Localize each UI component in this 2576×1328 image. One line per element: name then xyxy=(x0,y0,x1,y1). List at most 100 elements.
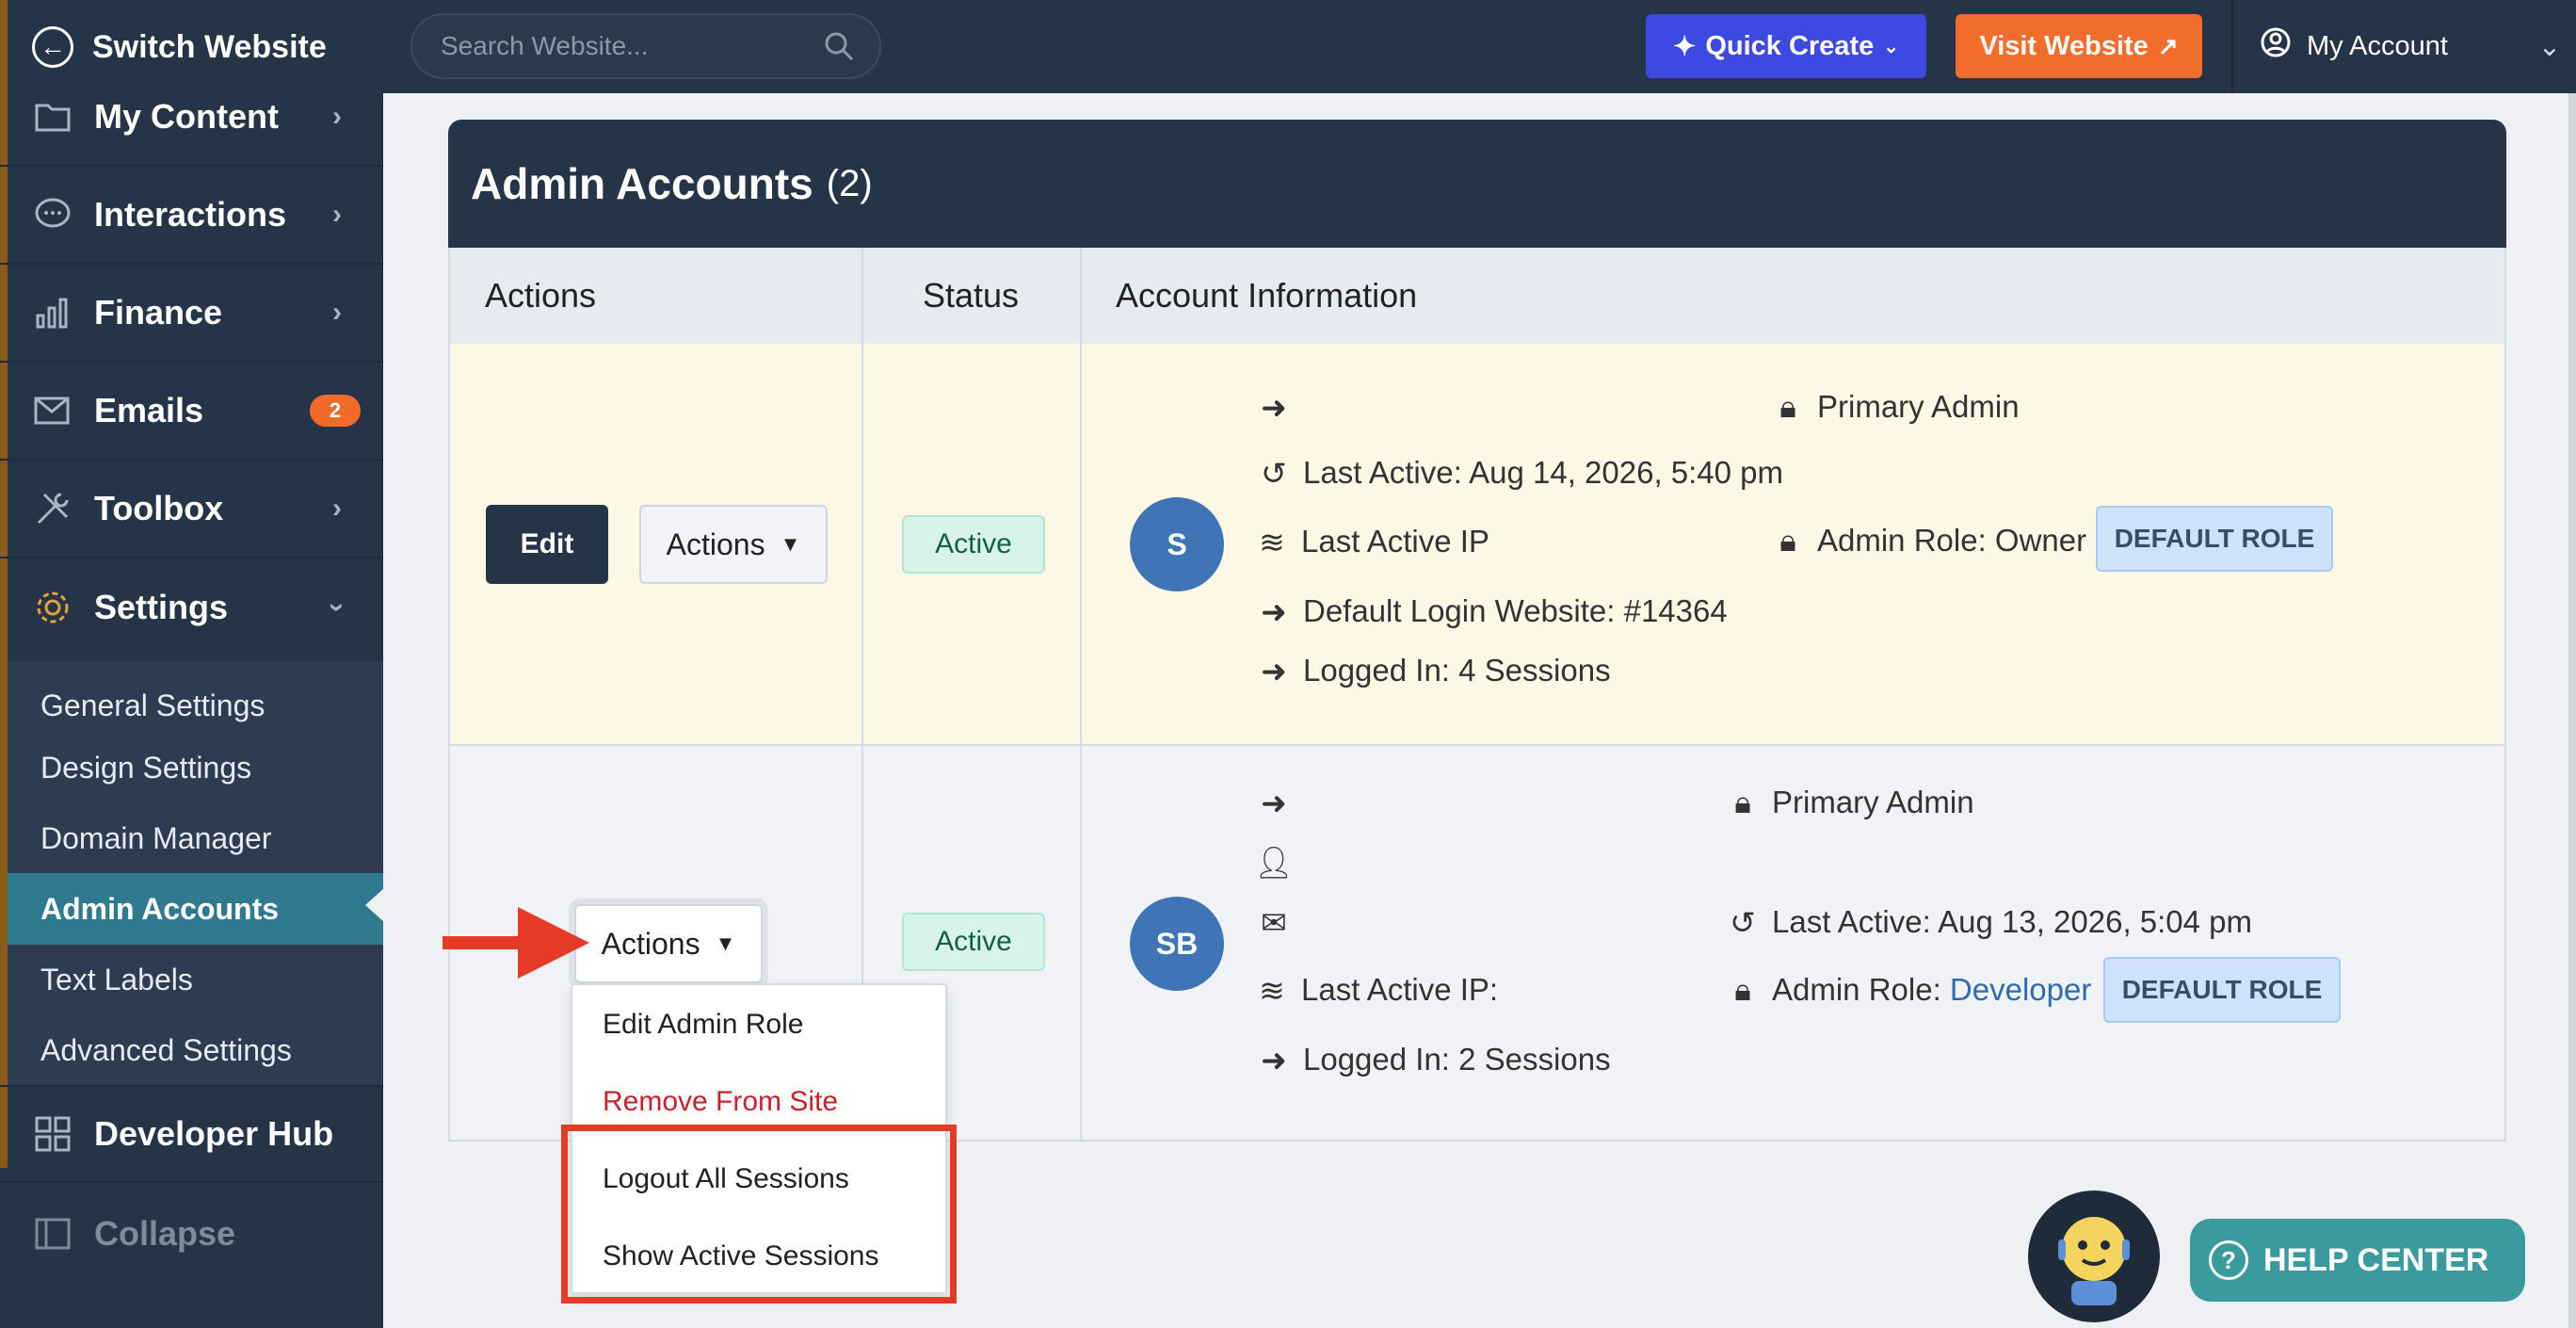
email-info: ✉ xyxy=(1258,899,1303,946)
submenu-general-settings[interactable]: General Settings xyxy=(8,674,383,737)
last-active-ip-text: Last Active IP xyxy=(1301,524,1489,559)
last-active-ip: ≋ Last Active IP xyxy=(1256,518,1489,565)
visit-website-button[interactable]: Visit Website ↗ xyxy=(1956,14,2202,78)
email-count-badge: 2 xyxy=(310,395,361,427)
column-header-actions: Actions xyxy=(485,276,597,315)
caret-down-icon: ▼ xyxy=(780,532,801,556)
sparkle-icon: ✦ xyxy=(1673,31,1697,62)
annotation-highlight-box xyxy=(561,1125,957,1304)
primary-admin-text: Primary Admin xyxy=(1772,785,1974,819)
assistant-bot-avatar[interactable] xyxy=(2028,1190,2160,1322)
chevron-down-icon: ⌄ xyxy=(2537,31,2561,62)
default-login: ➜ Default Login Website: #14364 xyxy=(1258,588,1728,635)
chevron-right-icon: › xyxy=(332,199,342,230)
column-divider xyxy=(861,248,863,344)
default-role-badge: DEFAULT ROLE xyxy=(2096,506,2333,572)
question-icon: ? xyxy=(2209,1240,2248,1280)
sign-in-icon: ➜ xyxy=(1261,785,1287,820)
actions-dropdown-button[interactable]: Actions ▼ xyxy=(639,505,828,584)
gear-icon xyxy=(32,587,73,628)
sidebar-item-developer-hub[interactable]: Developer Hub xyxy=(0,1085,383,1183)
sidebar-item-settings[interactable]: Settings › xyxy=(0,559,383,656)
submenu-advanced-settings[interactable]: Advanced Settings xyxy=(8,1019,383,1081)
column-divider xyxy=(861,344,863,746)
admin-role-text: Admin Role: xyxy=(1772,972,1950,1007)
admin-role: 🔒︎ Admin Role: Developer xyxy=(1727,966,2091,1013)
logged-in: ➜ Logged In: 4 Sessions xyxy=(1258,647,1611,694)
sidebar-item-my-content[interactable]: My Content › xyxy=(0,69,383,167)
sidebar-item-label: Finance xyxy=(94,293,223,332)
sidebar-item-label: Settings xyxy=(94,588,229,626)
sidebar-item-label: Collapse xyxy=(94,1214,236,1253)
actions-label: Actions xyxy=(601,926,700,961)
account-count: (2) xyxy=(826,162,873,204)
actions-dropdown-button[interactable]: Actions ▼ xyxy=(574,904,763,983)
submenu-design-settings[interactable]: Design Settings xyxy=(8,737,383,799)
active-item-pointer xyxy=(365,888,384,922)
chat-icon xyxy=(32,194,73,235)
column-divider xyxy=(1080,248,1082,344)
sign-in-icon: ➜ xyxy=(1261,593,1287,629)
my-account-menu[interactable]: My Account ⌄ xyxy=(2260,14,2561,78)
actions-label: Actions xyxy=(666,526,765,561)
folder-icon xyxy=(32,96,73,138)
status-badge: Active xyxy=(902,913,1045,971)
robot-icon xyxy=(2058,1217,2130,1305)
default-login-text: Default Login Website: #14364 xyxy=(1303,593,1728,628)
chevron-right-icon: › xyxy=(332,101,342,132)
submenu-text-labels[interactable]: Text Labels xyxy=(8,948,383,1011)
switch-website-button[interactable]: ← Switch Website xyxy=(32,24,327,70)
last-active-text: Last Active: Aug 13, 2026, 5:04 pm xyxy=(1772,904,2253,939)
sidebar-item-toolbox[interactable]: Toolbox › xyxy=(0,461,383,559)
avatar: S xyxy=(1130,497,1224,591)
table-header: Actions Status Account Information xyxy=(448,248,2506,344)
quick-create-button[interactable]: ✦ Quick Create ⌄ xyxy=(1646,14,1926,78)
user-icon: 👤︎ xyxy=(1254,844,1294,880)
wifi-icon: ≋ xyxy=(1259,524,1285,559)
lock-icon: 🔒︎ xyxy=(1734,971,1751,1007)
search-input[interactable]: Search Website... xyxy=(411,13,881,79)
logged-in-text: Logged In: 2 Sessions xyxy=(1303,1042,1611,1077)
edit-button[interactable]: Edit xyxy=(486,505,608,584)
help-center-button[interactable]: ? HELP CENTER xyxy=(2190,1219,2525,1302)
sidebar-item-label: Developer Hub xyxy=(94,1114,334,1153)
chevron-down-icon: › xyxy=(322,603,353,612)
last-active-ip-text: Last Active IP: xyxy=(1301,972,1499,1007)
collapse-icon xyxy=(32,1213,73,1255)
history-icon: ↺ xyxy=(1730,904,1756,940)
column-header-status: Status xyxy=(923,276,1020,315)
topbar-divider xyxy=(2231,0,2233,93)
admin-role: 🔒︎ Admin Role: Owner xyxy=(1772,517,2086,564)
menu-item-edit-admin-role[interactable]: Edit Admin Role xyxy=(603,996,803,1053)
sidebar-collapse-button[interactable]: Collapse xyxy=(0,1185,383,1283)
user-info: 👤︎ xyxy=(1254,839,1303,886)
submenu-domain-manager[interactable]: Domain Manager xyxy=(8,807,383,869)
sign-in-icon: ➜ xyxy=(1261,653,1287,688)
admin-role-text: Admin Role: Owner xyxy=(1817,523,2087,558)
admin-role-link[interactable]: Developer xyxy=(1950,972,2091,1008)
menu-item-remove-from-site[interactable]: Remove From Site xyxy=(603,1074,838,1130)
search-placeholder: Search Website... xyxy=(441,31,649,60)
lock-icon: 🔒︎ xyxy=(1779,388,1796,424)
back-arrow-icon: ← xyxy=(32,26,73,68)
sign-in-icon: ➜ xyxy=(1261,389,1287,425)
sidebar-item-interactions[interactable]: Interactions › xyxy=(0,167,383,265)
sidebar-item-finance[interactable]: Finance › xyxy=(0,265,383,363)
column-divider xyxy=(1080,344,1082,746)
search-icon xyxy=(823,30,855,69)
scrollbar[interactable] xyxy=(2568,93,2576,1328)
column-divider xyxy=(1080,746,1082,1142)
lock-icon: 🔒︎ xyxy=(1779,522,1796,558)
sidebar-item-label: Emails xyxy=(94,391,204,429)
login-info: ➜ xyxy=(1258,383,1303,430)
sidebar-item-label: Toolbox xyxy=(94,489,224,527)
logged-in-text: Logged In: 4 Sessions xyxy=(1303,653,1611,688)
chevron-right-icon: › xyxy=(332,493,342,524)
sidebar-item-emails[interactable]: Emails 2 xyxy=(0,363,383,461)
quick-create-label: Quick Create xyxy=(1705,30,1875,61)
sidebar: ← Switch Website My Content › Interactio… xyxy=(0,0,383,1328)
submenu-admin-accounts[interactable]: Admin Accounts xyxy=(8,873,383,945)
default-role-badge: DEFAULT ROLE xyxy=(2103,957,2341,1023)
page-title: Admin Accounts xyxy=(471,159,813,208)
primary-admin: 🔒︎ Primary Admin xyxy=(1727,779,1974,826)
